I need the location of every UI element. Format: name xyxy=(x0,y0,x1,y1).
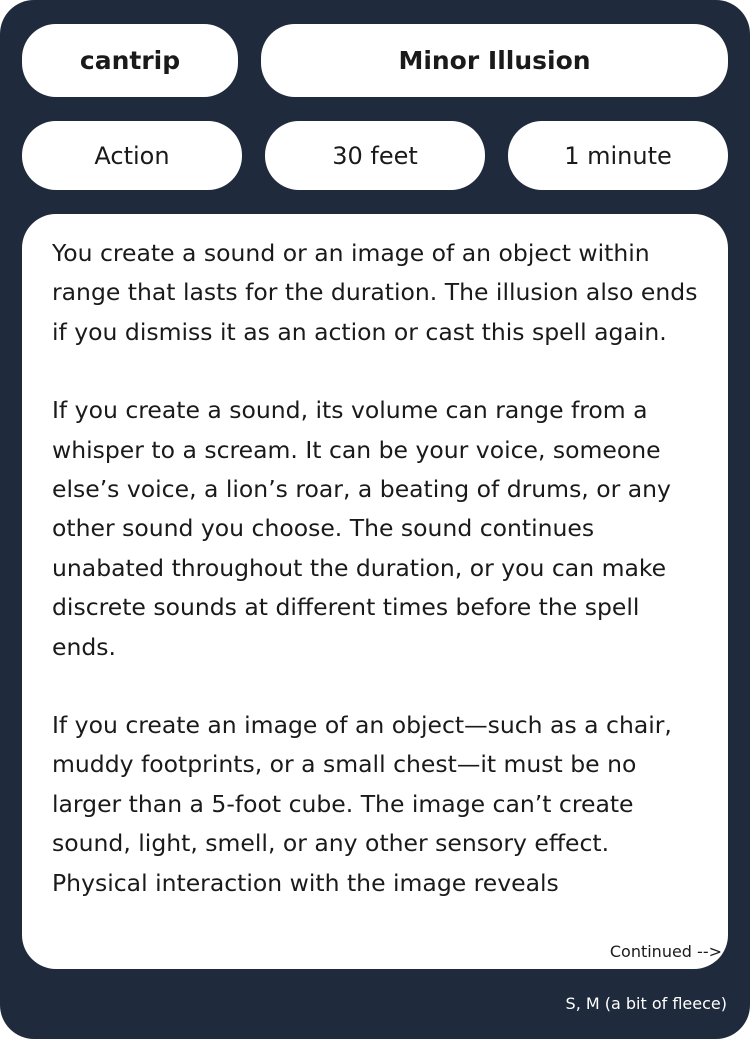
description-paragraph: You create a sound or an image of an obj… xyxy=(52,239,698,346)
spell-components: S, M (a bit of fleece) xyxy=(565,994,727,1013)
casting-time: Action xyxy=(22,121,242,190)
spell-duration: 1 minute xyxy=(508,121,728,190)
description-paragraph: If you create a sound, its volume can ra… xyxy=(52,396,671,661)
spell-range: 30 feet xyxy=(265,121,485,190)
spell-description[interactable]: You create a sound or an image of an obj… xyxy=(22,214,728,969)
continued-label: Continued --> xyxy=(603,942,722,961)
spell-card: cantrip Minor Illusion Action 30 feet 1 … xyxy=(0,0,750,1039)
spell-level-badge: cantrip xyxy=(22,24,238,97)
spell-name: Minor Illusion xyxy=(261,24,728,97)
description-paragraph: If you create an image of an object—such… xyxy=(52,711,672,897)
